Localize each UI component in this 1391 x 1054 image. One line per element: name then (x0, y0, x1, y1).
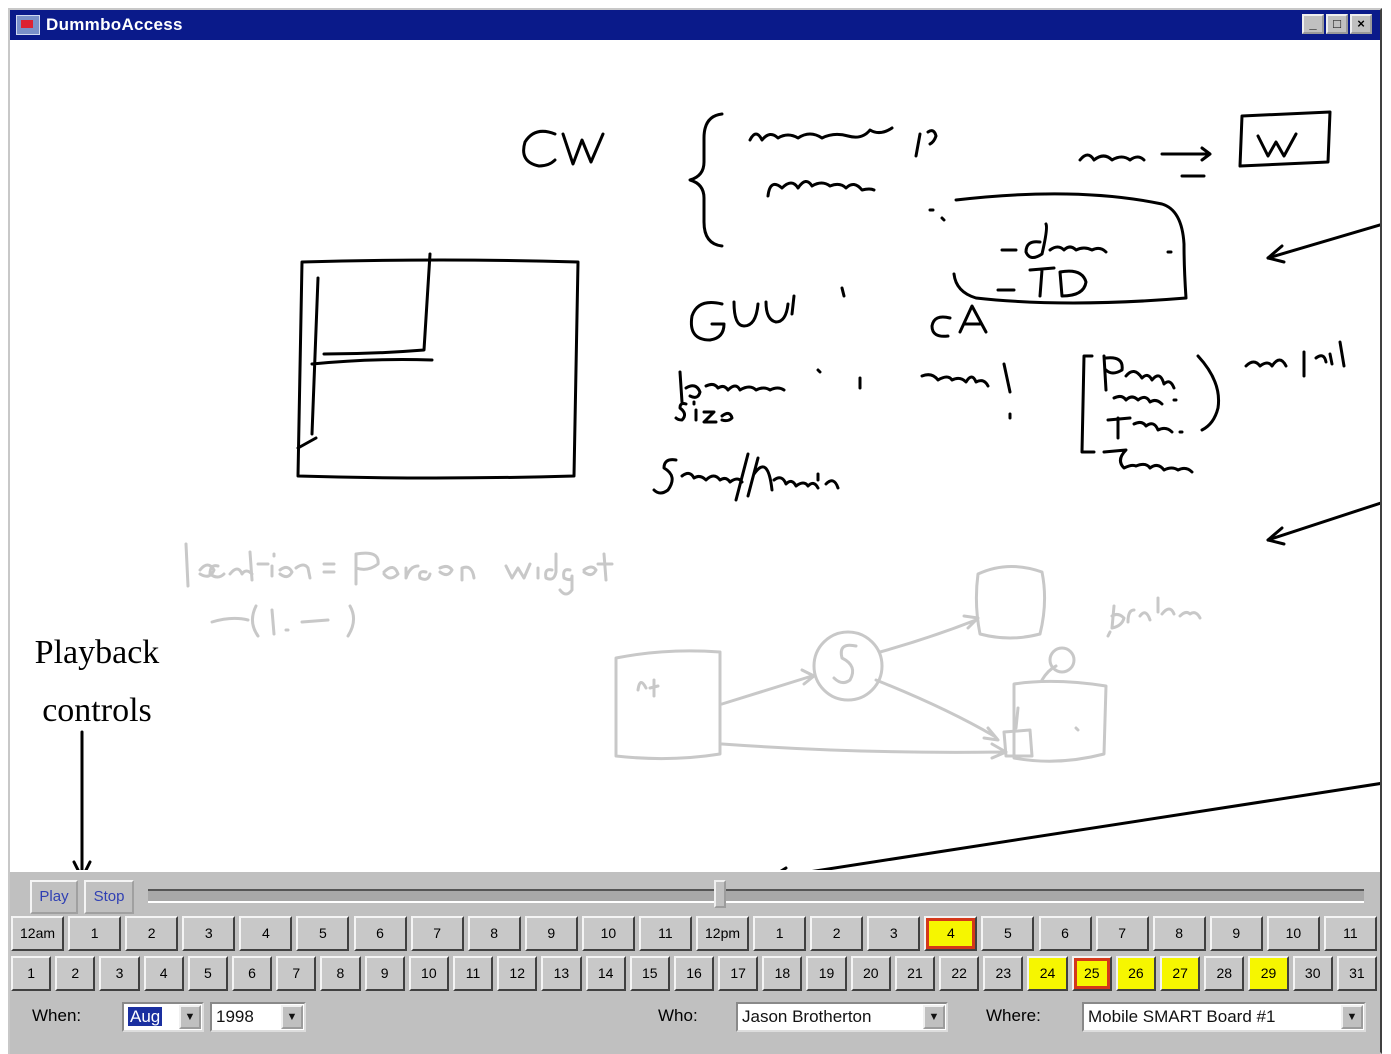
day-cell[interactable]: 2 (55, 956, 96, 991)
who-label: Who: (658, 1006, 698, 1025)
chevron-down-icon[interactable]: ▼ (1341, 1005, 1363, 1029)
pointer-arrows (72, 223, 1380, 870)
month-select[interactable]: Aug ▼ (122, 1002, 204, 1032)
hour-cell[interactable]: 5 (296, 916, 350, 951)
maximize-button[interactable]: □ (1326, 14, 1348, 34)
chevron-down-icon[interactable]: ▼ (179, 1005, 201, 1029)
chevron-down-icon[interactable]: ▼ (923, 1005, 945, 1029)
whiteboard-canvas[interactable] (10, 40, 1380, 870)
dark-ink-strokes (296, 110, 1346, 502)
hour-cell[interactable]: 2 (125, 916, 179, 951)
day-cell[interactable]: 4 (143, 956, 184, 991)
day-cell[interactable]: 15 (629, 956, 670, 991)
hour-cell[interactable]: 3 (867, 916, 921, 951)
hour-cell[interactable]: 11 (638, 916, 692, 951)
day-cell[interactable]: 17 (718, 956, 759, 991)
day-cell[interactable]: 9 (364, 956, 405, 991)
year-value: 1998 (216, 1007, 254, 1026)
hour-cell[interactable]: 6 (1038, 916, 1092, 951)
play-button[interactable]: Play (30, 880, 78, 914)
timeline-slider[interactable] (148, 889, 1364, 903)
hour-cell[interactable]: 10 (581, 916, 635, 951)
window-title: DummboAccess (46, 15, 183, 34)
day-cell[interactable]: 18 (762, 956, 803, 991)
day-selector: 1 2 3 4 5 6 7 8 9 10 11 12 13 14 15 16 17 18 19 20 21 22 23 24 2… (10, 954, 1380, 994)
day-cell[interactable]: 29 (1248, 956, 1289, 991)
where-value: Mobile SMART Board #1 (1088, 1007, 1276, 1026)
close-button[interactable]: × (1350, 14, 1372, 34)
day-cell[interactable]: 27 (1160, 956, 1201, 991)
who-value: Jason Brotherton (742, 1007, 872, 1026)
where-select[interactable]: Mobile SMART Board #1 ▼ (1082, 1002, 1366, 1032)
filter-row: When: Aug ▼ 1998 ▼ Who: Jason Brotherton… (10, 996, 1380, 1042)
day-cell[interactable]: 24 (1027, 956, 1068, 991)
where-label: Where: (986, 1006, 1041, 1025)
day-cell[interactable]: 16 (673, 956, 715, 991)
hour-cell[interactable]: 12pm (696, 916, 750, 951)
month-value: Aug (128, 1007, 163, 1026)
annotation-line-2: controls (42, 692, 152, 729)
hour-cell[interactable]: 9 (524, 916, 578, 951)
day-cell[interactable]: 26 (1115, 956, 1157, 991)
app-icon (16, 15, 40, 35)
hour-cell[interactable]: 7 (410, 916, 464, 951)
day-cell[interactable]: 11 (452, 956, 494, 991)
day-cell[interactable]: 10 (408, 956, 449, 991)
hour-cell[interactable]: 10 (1266, 916, 1320, 951)
day-cell[interactable]: 5 (187, 956, 228, 991)
hour-cell[interactable]: 3 (182, 916, 236, 951)
day-cell[interactable]: 6 (231, 956, 273, 991)
day-cell[interactable]: 8 (320, 956, 361, 991)
day-cell[interactable]: 28 (1204, 956, 1245, 991)
chevron-down-icon[interactable]: ▼ (281, 1005, 303, 1029)
day-cell[interactable]: 13 (541, 956, 582, 991)
minimize-button[interactable]: _ (1302, 14, 1324, 34)
day-cell[interactable]: 25 (1071, 956, 1112, 991)
hour-cell[interactable]: 2 (810, 916, 864, 951)
day-cell[interactable]: 1 (11, 956, 52, 991)
hour-cell[interactable]: 12am (11, 916, 65, 951)
day-cell[interactable]: 31 (1336, 956, 1377, 991)
hour-cell[interactable]: 1 (68, 916, 122, 951)
when-label: When: (32, 1006, 82, 1025)
hour-cell[interactable]: 1 (753, 916, 807, 951)
day-cell[interactable]: 19 (806, 956, 847, 991)
day-cell[interactable]: 3 (99, 956, 140, 991)
playback-row: Play Stop (10, 872, 1380, 916)
day-cell[interactable]: 22 (939, 956, 980, 991)
hour-cell[interactable]: 11 (1323, 916, 1377, 951)
hour-cell[interactable]: 8 (1152, 916, 1206, 951)
faded-ink-strokes (184, 542, 1202, 763)
stop-button[interactable]: Stop (84, 880, 134, 914)
window-controls: _ □ × (1302, 14, 1372, 34)
app-window: DummboAccess _ □ × Playback controls Pla… (8, 8, 1382, 1054)
playback-annotation: Playback controls (12, 634, 182, 730)
day-cell[interactable]: 20 (850, 956, 891, 991)
who-select[interactable]: Jason Brotherton ▼ (736, 1002, 948, 1032)
hour-cell[interactable]: 8 (467, 916, 521, 951)
timeline-slider-thumb[interactable] (713, 880, 726, 908)
annotation-line-1: Playback (34, 634, 160, 671)
hour-cell[interactable]: 4 (924, 916, 978, 951)
day-cell[interactable]: 12 (497, 956, 538, 991)
day-cell[interactable]: 14 (585, 956, 626, 991)
year-select[interactable]: 1998 ▼ (210, 1002, 306, 1032)
day-cell[interactable]: 21 (894, 956, 936, 991)
hour-cell[interactable]: 6 (353, 916, 407, 951)
hour-selector: 12am 1 2 3 4 5 6 7 8 9 10 11 12pm 1 2 3 4 5 6 7 8 9 10 11 (10, 914, 1380, 954)
hour-cell[interactable]: 4 (239, 916, 293, 951)
day-cell[interactable]: 23 (983, 956, 1024, 991)
day-cell[interactable]: 30 (1292, 956, 1333, 991)
hour-cell[interactable]: 5 (981, 916, 1035, 951)
hour-cell[interactable]: 7 (1095, 916, 1149, 951)
day-cell[interactable]: 7 (276, 956, 317, 991)
title-bar[interactable]: DummboAccess _ □ × (10, 10, 1380, 40)
hour-cell[interactable]: 9 (1209, 916, 1263, 951)
playback-panel: Play Stop 12am 1 2 3 4 5 6 7 8 9 10 11 12pm 1 2 3 4 5 6 7 8 9… (10, 872, 1380, 1054)
